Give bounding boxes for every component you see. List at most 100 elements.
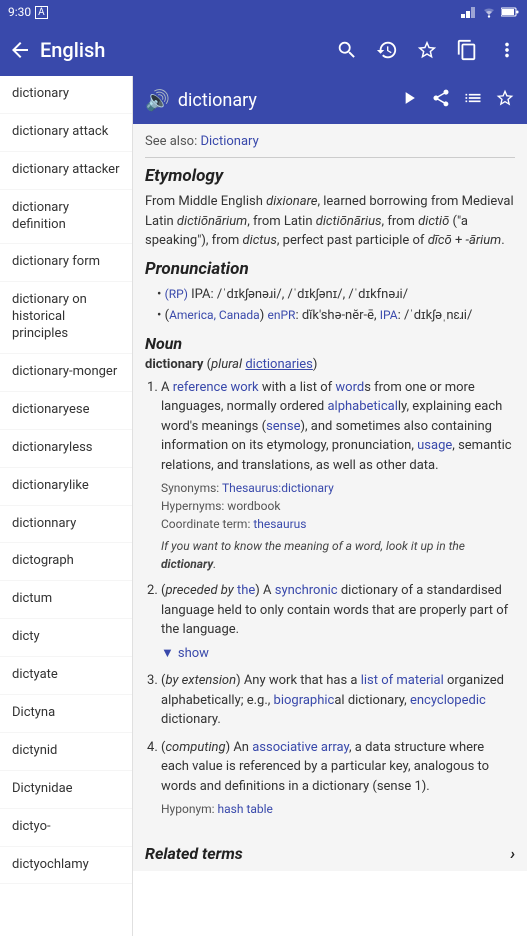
search-button[interactable] [335,38,359,62]
def-3-text: (by extension) Any work that has a list … [161,671,515,730]
coord-row-1: Coordinate term: thesaurus [161,515,515,533]
synonyms-row-1: Synonyms: Thesaurus:dictionary [161,479,515,497]
enpr-value: dĭk'shə-nĕr-ē, [302,308,380,323]
sidebar-item-dictyochlamy[interactable]: dictyochlamy [0,847,132,885]
definition-1: A reference work with a list of words fr… [161,378,515,574]
word-header: 🔊 dictionary [133,76,527,124]
hyponym-row-4: Hyponym: hash table [161,800,515,818]
signal-icon [461,6,477,18]
thesaurus-link[interactable]: Thesaurus:dictionary [222,481,334,495]
the-link[interactable]: the [237,583,255,598]
article: See also: Dictionary Etymology From Midd… [133,124,527,836]
pronunciation-rp: • (RP) IPA: /ˈdɪkʃənəɹi/, /ˈdɪkʃənɪ/, /ˈ… [157,285,515,305]
related-terms-section[interactable]: Related terms › [133,836,527,871]
definition-list: A reference work with a list of words fr… [145,378,515,819]
back-button[interactable] [8,38,32,62]
noun-section: Noun dictionary (plural dictionaries) A … [145,334,515,819]
sidebar-item-dictionary-on-historical[interactable]: dictionary on historical principles [0,282,132,354]
sidebar-item-dictyo[interactable]: dictyo- [0,809,132,847]
alphabetically-link[interactable]: alphabetical [327,399,397,414]
battery-icon [501,7,519,17]
app-title: English [40,38,327,62]
plural-link[interactable]: dictionaries [245,357,313,372]
star-button[interactable] [415,38,439,62]
status-bar-right [461,6,519,18]
sidebar-item-dictynidae[interactable]: Dictynidae [0,771,132,809]
more-button[interactable] [495,38,519,62]
ipa-value-2: /ˈdɪkʃəˌnɛɹi/ [404,308,472,323]
thesaurus-coord-link[interactable]: thesaurus [253,517,306,531]
sidebar-item-dictionary-definition[interactable]: dictionary definition [0,190,132,245]
usage-link[interactable]: usage [417,438,452,453]
share-button[interactable] [431,88,451,112]
sidebar-item-dictionary-monger[interactable]: dictionary-monger [0,354,132,392]
ipa-label-2: IPA: [380,308,404,323]
synchronic-link[interactable]: synchronic [275,583,338,598]
rp-link[interactable]: (RP) [165,287,188,301]
sidebar-item-dictionary-attacker[interactable]: dictionary attacker [0,152,132,190]
sidebar: dictionary dictionary attack dictionary … [0,76,133,936]
sidebar-item-dictyate[interactable]: dictyate [0,657,132,695]
encyclopedic-link[interactable]: encyclopedic [410,693,486,708]
sidebar-item-dictyna[interactable]: Dictyna [0,695,132,733]
pronunciation-list: • (RP) IPA: /ˈdɪkʃənəɹi/, /ˈdɪkʃənɪ/, /ˈ… [145,285,515,326]
enpr-label: enPR: [267,308,301,323]
sound-icon[interactable]: 🔊 [145,88,170,112]
def-4-text: (computing) An associative array, a data… [161,738,515,797]
etymology-section: Etymology From Middle English dixionare,… [145,166,515,251]
sidebar-item-dictionary-1[interactable]: dictionary [0,76,132,114]
history-button[interactable] [375,38,399,62]
show-button[interactable]: ▼ show [161,644,515,664]
def-1-text: A reference work with a list of words fr… [161,378,515,476]
sidebar-item-dictograph[interactable]: dictograph [0,543,132,581]
app-bar: English [0,24,527,76]
etymology-title: Etymology [145,166,515,186]
definition-3: (by extension) Any work that has a list … [161,671,515,730]
status-bar-left: 9:30 A [8,5,48,19]
biographical-link[interactable]: biographic [274,693,335,708]
noun-subheader: dictionary (plural dictionaries) [145,357,515,372]
ipa-value-1: /ˈdɪkʃənəɹi/, /ˈdɪkʃənɪ/, /ˈdɪkfnəɹi/ [217,287,408,302]
sidebar-item-dictionarylike[interactable]: dictionarylike [0,468,132,506]
def-2-text: (preceded by the) A synchronic dictionar… [161,581,515,640]
definition-2: (preceded by the) A synchronic dictionar… [161,581,515,663]
word-header-actions [399,88,515,112]
hash-table-link[interactable]: hash table [218,802,273,816]
app-bar-icons [335,38,519,62]
copy-button[interactable] [455,38,479,62]
assoc-array-link[interactable]: associative array [252,740,349,755]
main-content: 🔊 dictionary See also: [133,76,527,936]
sense-link[interactable]: sense [266,419,300,434]
amer-link[interactable]: America, Canada [169,308,260,322]
hypernyms-row-1: Hypernyms: wordbook [161,497,515,515]
see-also-label: See also: [145,134,197,149]
words-link[interactable]: word [335,380,364,395]
italic-note-1: If you want to know the meaning of a wor… [161,537,515,573]
etymology-text: From Middle English dixionare, learned b… [145,192,515,251]
pronunciation-amer: • (America, Canada) enPR: dĭk'shə-nĕr-ē,… [157,306,515,326]
play-button[interactable] [399,88,419,112]
sidebar-item-dictionaryless[interactable]: dictionaryless [0,430,132,468]
list-link[interactable]: list of material [361,673,444,688]
pronunciation-title: Pronunciation [145,259,515,279]
sidebar-item-dictionary-form[interactable]: dictionary form [0,244,132,282]
word-title: dictionary [178,90,391,111]
word-star-button[interactable] [495,88,515,112]
sidebar-item-dictionary-attack[interactable]: dictionary attack [0,114,132,152]
related-terms-title: Related terms [145,844,243,863]
reference-work-link[interactable]: reference work [173,380,259,395]
pronunciation-section: Pronunciation • (RP) IPA: /ˈdɪkʃənəɹi/, … [145,259,515,326]
see-also: See also: Dictionary [145,134,515,158]
sim-icon: A [35,6,48,19]
playlist-button[interactable] [463,88,483,112]
status-bar: 9:30 A [0,0,527,24]
ipa-label-1: IPA: [191,287,217,302]
sidebar-item-dictum[interactable]: dictum [0,581,132,619]
noun-header: Noun [145,334,515,353]
time: 9:30 [8,5,31,19]
sidebar-item-dictionnary[interactable]: dictionnary [0,506,132,544]
sidebar-item-dictionaryese[interactable]: dictionaryese [0,392,132,430]
see-also-link[interactable]: Dictionary [200,134,258,149]
sidebar-item-dicty[interactable]: dicty [0,619,132,657]
sidebar-item-dictynid[interactable]: dictynid [0,733,132,771]
